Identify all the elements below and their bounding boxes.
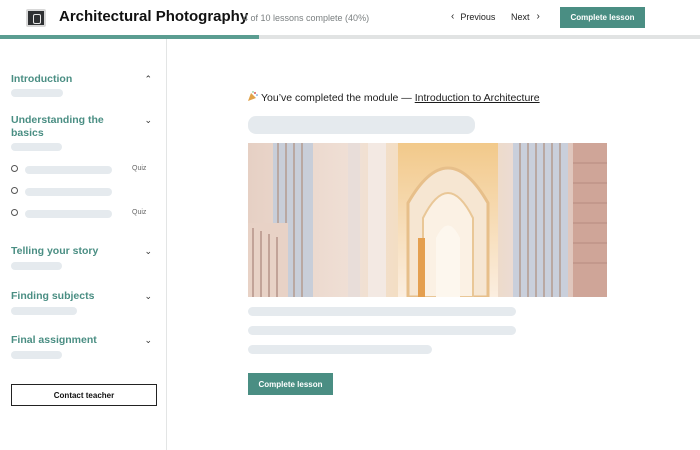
chevron-down-icon[interactable]: ⌄ [144, 335, 152, 346]
course-title: Architectural Photography [59, 8, 249, 25]
placeholder-bar [11, 350, 62, 359]
next-label: Next [511, 12, 530, 22]
chevron-down-icon[interactable]: ⌄ [144, 246, 152, 257]
architecture-hero-image [248, 143, 607, 297]
chevron-left-icon: ‹ [451, 11, 455, 22]
placeholder-bar [248, 307, 516, 316]
chevron-up-icon[interactable]: ⌃ [144, 74, 152, 85]
placeholder-bar [25, 188, 112, 196]
sidebar-section-finding-subjects[interactable]: Finding subjects ⌄ [11, 290, 156, 315]
lesson-item[interactable]: Quiz [11, 208, 156, 218]
sidebar-section-understanding-the-basics[interactable]: Understanding the basics ⌄ [11, 114, 156, 151]
section-title: Final assignment [11, 334, 97, 346]
section-title: Introduction [11, 73, 73, 85]
chevron-down-icon[interactable]: ⌄ [144, 115, 152, 126]
module-complete-message: You’ve completed the module — Introducti… [248, 91, 540, 104]
section-title: Telling your story [11, 245, 99, 257]
lesson-radio[interactable] [11, 165, 18, 172]
previous-button[interactable]: ‹ Previous [451, 11, 496, 23]
chevron-right-icon: › [536, 11, 540, 22]
placeholder-bar [248, 326, 516, 335]
top-header: Architectural Photography 4 of 10 lesson… [0, 0, 700, 35]
section-title: Understanding the basics [11, 114, 104, 139]
contact-teacher-button[interactable]: Contact teacher [11, 384, 157, 406]
lesson-radio[interactable] [11, 187, 18, 194]
placeholder-bar [11, 306, 77, 315]
quiz-badge: Quiz [132, 165, 147, 172]
placeholder-bar [11, 143, 62, 151]
chevron-down-icon[interactable]: ⌄ [144, 291, 152, 302]
next-button[interactable]: Next › [511, 11, 540, 23]
progress-text: 4 of 10 lessons complete (40%) [243, 13, 370, 23]
quiz-badge: Quiz [132, 209, 147, 216]
placeholder-bar [25, 166, 112, 174]
complete-lesson-button[interactable]: Complete lesson [248, 373, 333, 395]
placeholder-bar [248, 116, 475, 134]
placeholder-bar [11, 88, 63, 97]
placeholder-bar [11, 261, 62, 270]
sidebar-section-final-assignment[interactable]: Final assignment ⌄ [11, 334, 156, 359]
placeholder-bar [248, 345, 432, 354]
completed-text: You’ve completed the module — [261, 92, 415, 104]
sidebar-section-telling-your-story[interactable]: Telling your story ⌄ [11, 245, 156, 270]
complete-lesson-button-top[interactable]: Complete lesson [560, 7, 645, 28]
sidebar-section-introduction[interactable]: Introduction ⌃ [11, 73, 156, 97]
placeholder-bar [25, 210, 112, 218]
lesson-item[interactable] [11, 186, 156, 196]
previous-label: Previous [460, 12, 496, 22]
party-popper-icon [248, 91, 258, 101]
lesson-radio[interactable] [11, 209, 18, 216]
cathedral-interior-illustration [248, 143, 607, 297]
camera-logo-icon [26, 9, 46, 27]
module-link[interactable]: Introduction to Architecture [415, 92, 540, 104]
lesson-item[interactable]: Quiz [11, 164, 156, 174]
section-title: Finding subjects [11, 290, 95, 302]
